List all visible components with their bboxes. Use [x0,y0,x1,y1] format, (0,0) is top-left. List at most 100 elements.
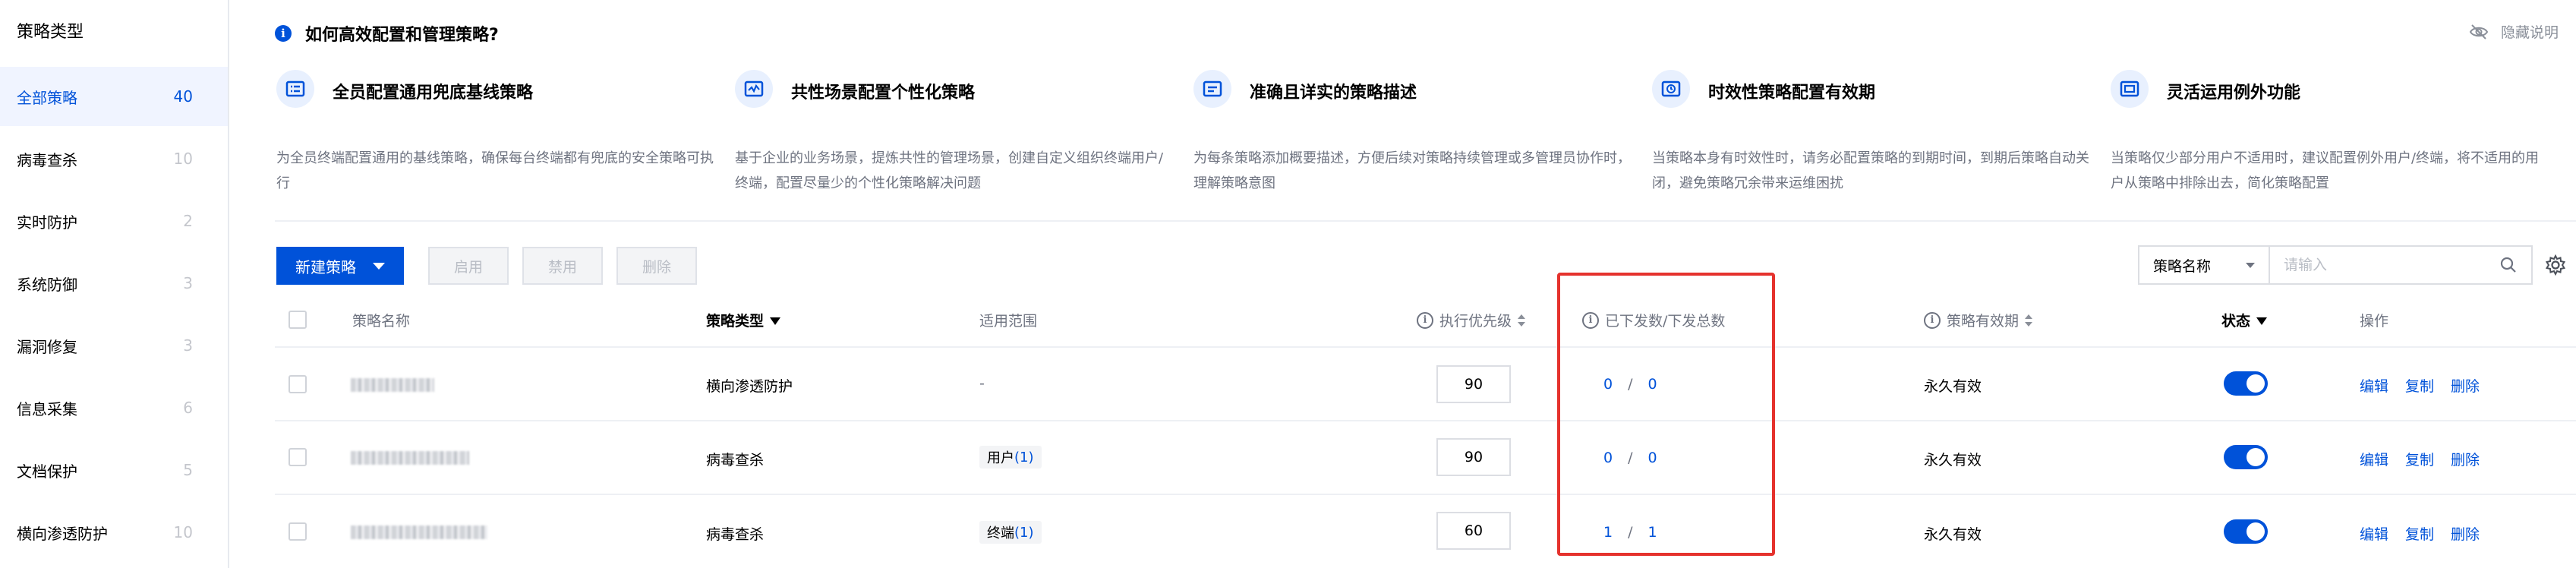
priority-input[interactable]: 60 [1436,512,1511,550]
filter-icon[interactable] [2256,317,2268,325]
delete-button[interactable]: 删除 [616,247,697,285]
sidebar-item-count: 3 [183,336,193,355]
doc-exception-icon [2111,70,2149,108]
sidebar-item-realtime-protection[interactable]: 实时防护 2 [0,191,228,251]
policy-type: 病毒查杀 [706,452,765,469]
sidebar-heading: 策略类型 [17,23,84,42]
tip-title: 全员配置通用兜底基线策略 [333,84,534,103]
hide-help-button[interactable]: 隐藏说明 [2469,21,2559,42]
sent-value[interactable]: 0 [1603,376,1613,393]
col-header-label: 执行优先级 [1439,313,1512,330]
tip-description: 基于企业的业务场景，提炼共性的管理场景，创建自定义组织终端用户/终端，配置尽量少… [735,150,1164,191]
sidebar-item-vuln-fix[interactable]: 漏洞修复 3 [0,316,228,375]
caret-down-icon [373,262,385,270]
edit-link[interactable]: 编辑 [2360,375,2388,396]
sent-separator: / [1628,376,1633,393]
sidebar-item-label: 文档保护 [17,462,77,481]
status-toggle[interactable] [2224,371,2268,396]
info-hint-icon[interactable]: i [1582,311,1599,329]
filter-icon[interactable] [770,317,781,325]
tip-description: 为每条策略添加概要描述，方便后续对策略持续管理或多管理员协作时，理解策略意图 [1193,150,1631,191]
total-value[interactable]: 0 [1648,376,1657,393]
sidebar-item-info-collect[interactable]: 信息采集 6 [0,378,228,437]
sidebar-item-lateral-protection[interactable]: 横向渗透防护 10 [0,503,228,562]
total-value[interactable]: 0 [1648,450,1657,466]
priority-input[interactable]: 90 [1436,365,1511,403]
search-box [2269,245,2533,285]
search-field-select[interactable]: 策略名称 [2138,245,2269,285]
search-icon[interactable] [2499,256,2518,274]
sort-icon[interactable] [2025,314,2033,327]
policy-type-sidebar: 策略类型 全部策略 40 病毒查杀 10 实时防护 2 系统防御 3 漏洞修复 … [0,0,229,568]
scope-tag[interactable]: 终端 (1) [979,521,1042,544]
select-all-checkbox[interactable] [288,311,307,329]
disable-button[interactable]: 禁用 [522,247,603,285]
total-value[interactable]: 1 [1648,524,1657,541]
copy-link[interactable]: 复制 [2405,523,2434,544]
delete-link[interactable]: 删除 [2451,449,2480,469]
copy-link[interactable]: 复制 [2405,375,2434,396]
eye-off-icon [2469,24,2489,39]
doc-list-icon [276,70,314,108]
redacted-policy-name[interactable] [351,378,434,392]
edit-link[interactable]: 编辑 [2360,523,2388,544]
row-checkbox[interactable] [288,522,307,541]
sidebar-item-count: 10 [173,150,193,168]
sent-separator: / [1628,450,1633,466]
policy-type: 病毒查杀 [706,526,765,543]
col-header-type[interactable]: 策略类型 [706,310,781,330]
info-hint-icon[interactable]: i [1924,311,1941,329]
sort-icon[interactable] [1518,314,1526,327]
new-policy-button[interactable]: 新建策略 [276,247,404,285]
tip-title: 共性场景配置个性化策略 [791,84,976,103]
sidebar-item-doc-protection[interactable]: 文档保护 5 [0,440,228,500]
scope-label: 用户 [987,450,1014,466]
sidebar-item-label: 病毒查杀 [17,150,77,169]
banner-divider [275,220,2576,222]
edit-link[interactable]: 编辑 [2360,449,2388,469]
row-divider [275,420,2576,421]
sidebar-item-label: 系统防御 [17,275,77,294]
col-header-label: 策略类型 [706,313,765,330]
redacted-policy-name[interactable] [351,525,487,539]
sent-count: 1 / 1 [1603,524,1657,541]
sidebar-item-label: 实时防护 [17,213,77,232]
delete-link[interactable]: 删除 [2451,523,2480,544]
redacted-policy-name[interactable] [351,451,469,465]
row-checkbox[interactable] [288,375,307,393]
sidebar-item-count: 3 [183,274,193,292]
chart-pulse-icon [735,70,773,108]
policy-scope: - [979,375,985,392]
col-header-name: 策略名称 [352,313,411,330]
status-toggle[interactable] [2224,519,2268,544]
sidebar-item-all[interactable]: 全部策略 40 [0,67,228,126]
clock-icon [1652,70,1690,108]
sidebar-item-system-defense[interactable]: 系统防御 3 [0,254,228,313]
sent-separator: / [1628,524,1633,541]
priority-input[interactable]: 90 [1436,438,1511,476]
col-header-sent: i 已下发数/下发总数 [1582,310,1725,330]
scope-count: (1) [1014,449,1034,465]
hide-help-label: 隐藏说明 [2501,24,2559,41]
col-header-priority[interactable]: i 执行优先级 [1417,310,1526,330]
sent-value[interactable]: 1 [1603,524,1613,541]
copy-link[interactable]: 复制 [2405,449,2434,469]
info-hint-icon[interactable]: i [1417,311,1433,329]
col-header-validity[interactable]: i 策略有效期 [1924,310,2033,330]
search-input[interactable] [2284,257,2499,273]
status-toggle[interactable] [2224,445,2268,469]
enable-button[interactable]: 启用 [428,247,509,285]
col-header-status[interactable]: 状态 [2221,310,2268,330]
sent-value[interactable]: 0 [1603,450,1613,466]
scope-label: 终端 [987,525,1014,541]
col-header-label: 状态 [2221,313,2251,330]
tip-description: 当策略仅少部分用户不适用时，建议配置例外用户/终端，将不适用的用户从策略中排除出… [2111,150,2540,191]
delete-link[interactable]: 删除 [2451,375,2480,396]
tip-description: 为全员终端配置通用的基线策略，确保每台终端都有兜底的安全策略可执行 [276,150,714,191]
row-checkbox[interactable] [288,448,307,466]
sidebar-item-count: 5 [183,461,193,479]
gear-icon[interactable] [2545,254,2566,276]
scope-tag[interactable]: 用户 (1) [979,446,1042,469]
doc-text-icon [1193,70,1231,108]
sidebar-item-virus-scan[interactable]: 病毒查杀 10 [0,129,228,188]
